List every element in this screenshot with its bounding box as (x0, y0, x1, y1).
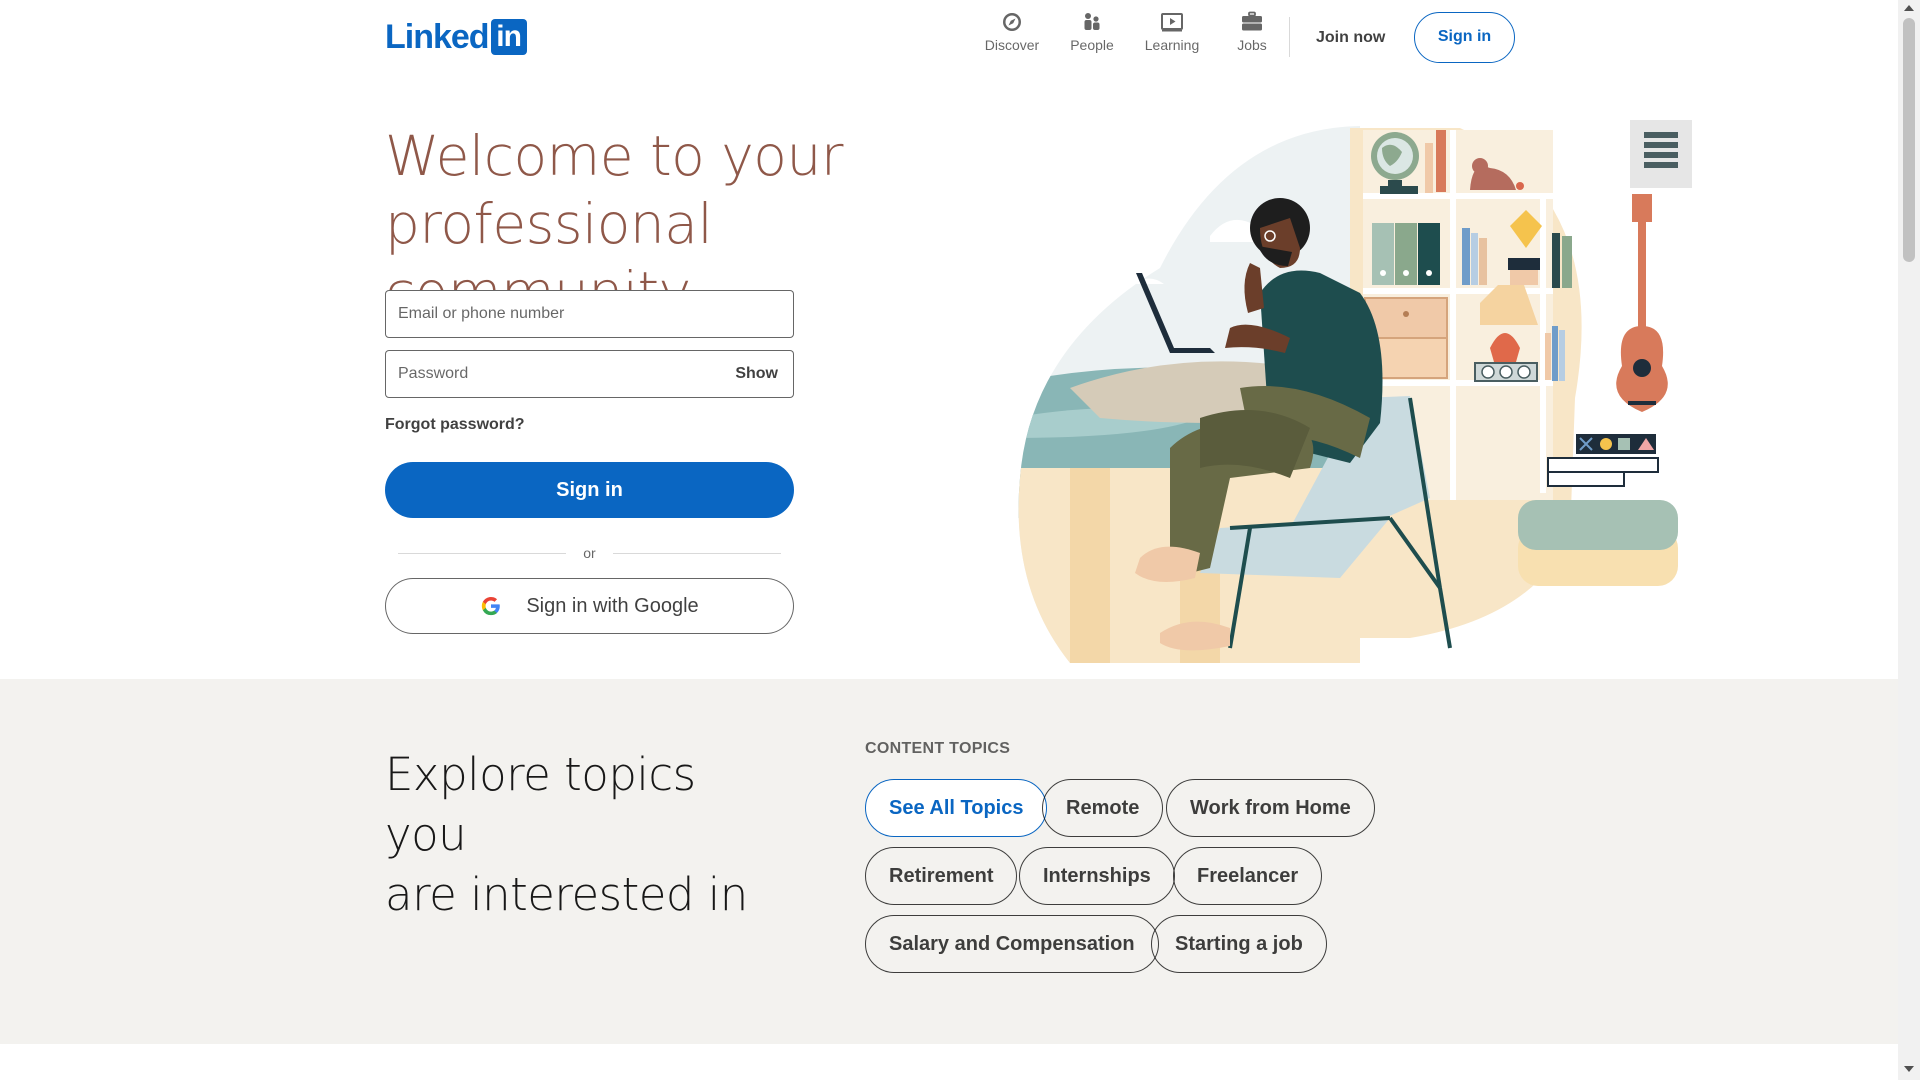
nav-people[interactable]: People (1052, 10, 1132, 54)
topic-salary-and-compensation[interactable]: Salary and Compensation (865, 915, 1159, 973)
header-sign-in-button[interactable]: Sign in (1414, 12, 1515, 63)
logo-wordmark: Linked (385, 18, 490, 56)
nav-jobs-label: Jobs (1237, 37, 1267, 53)
explore-title-line-1: Explore topics you (385, 748, 696, 861)
scroll-down-arrow-icon[interactable] (1904, 1066, 1914, 1072)
topic-freelancer[interactable]: Freelancer (1173, 847, 1323, 905)
email-input[interactable] (386, 291, 793, 337)
topic-starting-a-job[interactable]: Starting a job (1151, 915, 1327, 973)
join-now-link[interactable]: Join now (1304, 18, 1397, 58)
or-line-right (613, 553, 781, 554)
scroll-thumb[interactable] (1903, 18, 1915, 262)
nav-divider (1289, 17, 1290, 57)
topic-internships[interactable]: Internships (1019, 847, 1175, 905)
email-field[interactable] (385, 290, 794, 338)
nav-jobs[interactable]: Jobs (1212, 10, 1292, 54)
google-g-icon (482, 596, 501, 616)
people-icon (1084, 13, 1100, 30)
logo-in-box: in (490, 19, 527, 55)
or-divider: or (398, 545, 781, 561)
forgot-password-link[interactable]: Forgot password? (385, 416, 525, 434)
password-field[interactable]: Show (385, 350, 794, 398)
sign-in-button[interactable]: Sign in (385, 462, 794, 518)
nav-learning-label: Learning (1144, 37, 1200, 53)
topic-see-all-topics[interactable]: See All Topics (865, 779, 1048, 837)
hero-title-line-1: Welcome to your (385, 124, 843, 188)
scroll-up-arrow-icon[interactable] (1904, 5, 1914, 11)
bookshelf-area (1350, 128, 1678, 638)
nav-discover[interactable]: Discover (972, 10, 1052, 54)
video-play-icon (1161, 13, 1183, 32)
nav-learning[interactable]: Learning (1132, 10, 1212, 54)
main-nav: Discover People Learning Jobs (972, 10, 1292, 54)
explore-title: Explore topics you are interested in (385, 745, 785, 925)
sign-in-with-google-button[interactable]: Sign in with Google (385, 578, 794, 634)
vertical-scrollbar[interactable] (1898, 0, 1920, 1080)
topic-retirement[interactable]: Retirement (865, 847, 1018, 905)
topic-work-from-home[interactable]: Work from Home (1166, 779, 1375, 837)
nav-people-label: People (1070, 37, 1114, 53)
password-input[interactable] (386, 351, 793, 397)
nav-discover-label: Discover (984, 37, 1040, 53)
top-nav-bar: Linked in Discover People Learning Jobs … (0, 0, 1898, 76)
linkedin-logo[interactable]: Linked in (385, 19, 527, 55)
show-password-button[interactable]: Show (735, 365, 778, 383)
compass-icon (1003, 13, 1021, 31)
topic-remote[interactable]: Remote (1042, 779, 1164, 837)
explore-topics-section: Explore topics you are interested in CON… (0, 679, 1898, 1044)
hero-illustration (1018, 120, 1692, 663)
briefcase-icon (1242, 11, 1262, 31)
google-button-label: Sign in with Google (526, 594, 699, 617)
content-topics-heading: CONTENT TOPICS (865, 740, 1011, 757)
explore-title-line-2: are interested in (385, 868, 748, 921)
